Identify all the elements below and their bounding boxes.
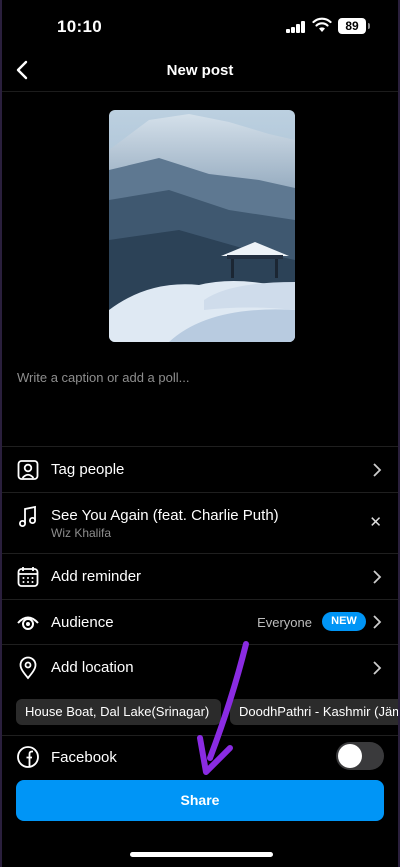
battery-icon: 89 [338,18,370,34]
post-image-thumbnail[interactable] [109,110,295,342]
audience-value: Everyone [257,615,312,630]
audience-label: Audience [51,614,114,631]
page-title: New post [166,62,234,79]
add-reminder-label: Add reminder [51,568,142,585]
music-row[interactable]: See You Again (feat. Charlie Puth) Wiz K… [2,492,398,553]
location-suggestion-chip[interactable]: House Boat, Dal Lake(Srinagar) [16,699,221,725]
add-location-label: Add location [51,659,134,676]
eye-icon [17,616,39,630]
chevron-right-icon [373,661,382,675]
remove-music-close-icon[interactable]: ✕ [369,513,382,531]
chevron-right-icon [373,570,382,584]
divider [2,91,398,92]
home-indicator [130,852,273,857]
facebook-icon [17,746,39,768]
music-title: See You Again (feat. Charlie Puth) [51,507,279,524]
caption-input[interactable]: Write a caption or add a poll... [17,370,189,385]
status-time: 10:10 [57,17,102,36]
tag-people-row[interactable]: Tag people [2,446,398,492]
music-artist: Wiz Khalifa [51,526,112,540]
status-bar: 10:10 89 [2,0,398,50]
facebook-share-toggle[interactable] [336,742,384,770]
chevron-right-icon [373,463,382,477]
location-pin-icon [19,656,37,680]
audience-row[interactable]: Audience Everyone NEW [2,599,398,644]
location-suggestion-chip[interactable]: DoodhPathri - Kashmir (Jäm [230,699,398,725]
calendar-icon [17,567,39,587]
header: New post [2,50,398,92]
music-note-icon [19,505,36,527]
cellular-signal-icon [286,21,306,33]
tag-people-label: Tag people [51,461,125,478]
new-badge: NEW [322,612,366,631]
chevron-right-icon [373,615,382,629]
tag-person-icon [17,460,39,480]
add-reminder-row[interactable]: Add reminder [2,553,398,599]
facebook-label: Facebook [51,749,117,766]
share-button[interactable]: Share [16,780,384,821]
add-location-row[interactable]: Add location [2,644,398,690]
wifi-icon [312,17,332,32]
app-screen: 10:10 89 New post Write a caption or add… [0,0,400,867]
